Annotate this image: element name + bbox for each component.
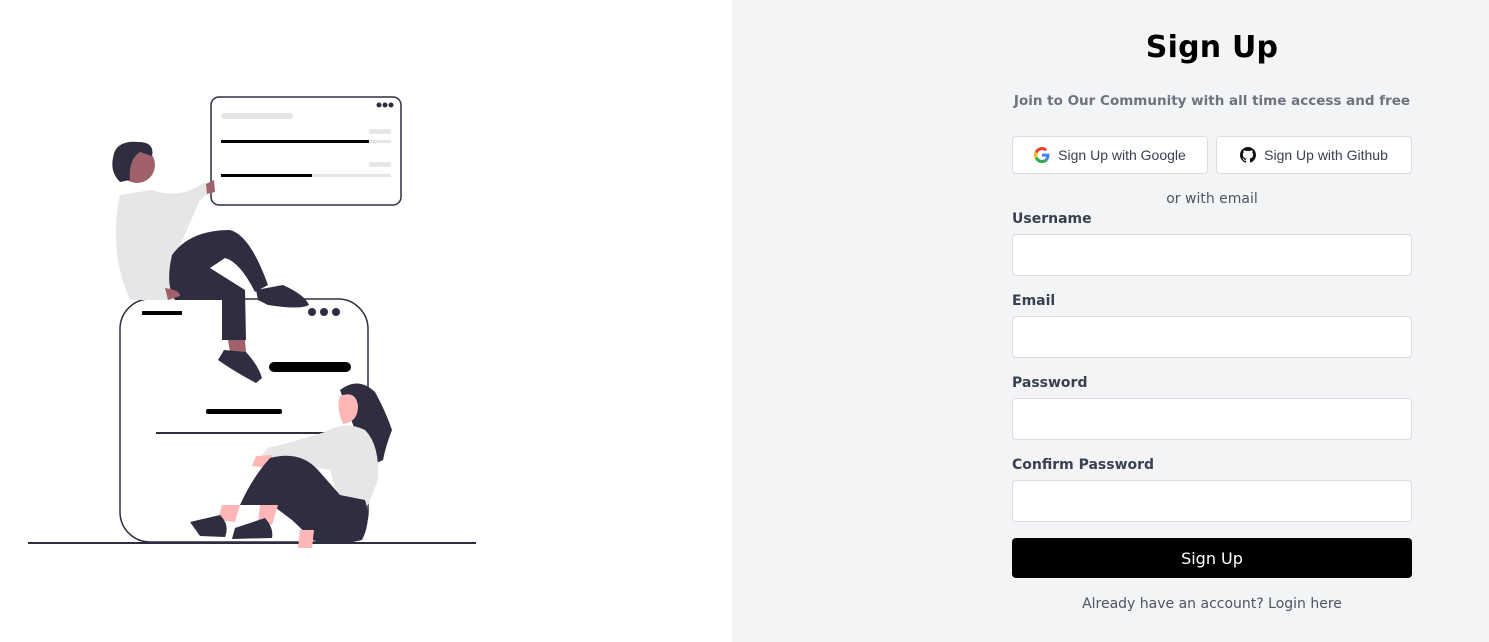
login-prompt-text: Already have an account? [1082, 596, 1264, 612]
login-prompt: Already have an account? Login here [1012, 596, 1412, 612]
illustration-panel [0, 0, 732, 642]
google-icon [1034, 147, 1050, 163]
github-signup-button[interactable]: Sign Up with Github [1216, 136, 1412, 174]
password-label: Password [1012, 375, 1088, 391]
confirm-password-label: Confirm Password [1012, 457, 1155, 473]
big-window-title-bar [142, 311, 182, 315]
email-label: Email [1012, 293, 1056, 309]
google-signup-label: Sign Up with Google [1058, 147, 1186, 163]
password-input[interactable] [1012, 398, 1412, 440]
github-signup-label: Sign Up with Github [1264, 147, 1388, 163]
github-icon [1240, 147, 1257, 163]
page-subtitle: Join to Our Community with all time acce… [1013, 93, 1411, 109]
signup-illustration [28, 96, 476, 548]
divider-text: or with email [1166, 191, 1258, 207]
signup-form-panel: Sign Up Join to Our Community with all t… [732, 0, 1489, 642]
login-link[interactable]: Login here [1268, 596, 1342, 612]
email-input[interactable] [1012, 316, 1412, 358]
google-signup-button[interactable]: Sign Up with Google [1012, 136, 1208, 174]
signup-submit-button[interactable]: Sign Up [1012, 538, 1412, 578]
page-title: Sign Up [1145, 30, 1279, 65]
confirm-password-input[interactable] [1012, 480, 1412, 522]
username-label: Username [1012, 211, 1092, 227]
username-input[interactable] [1012, 234, 1412, 276]
